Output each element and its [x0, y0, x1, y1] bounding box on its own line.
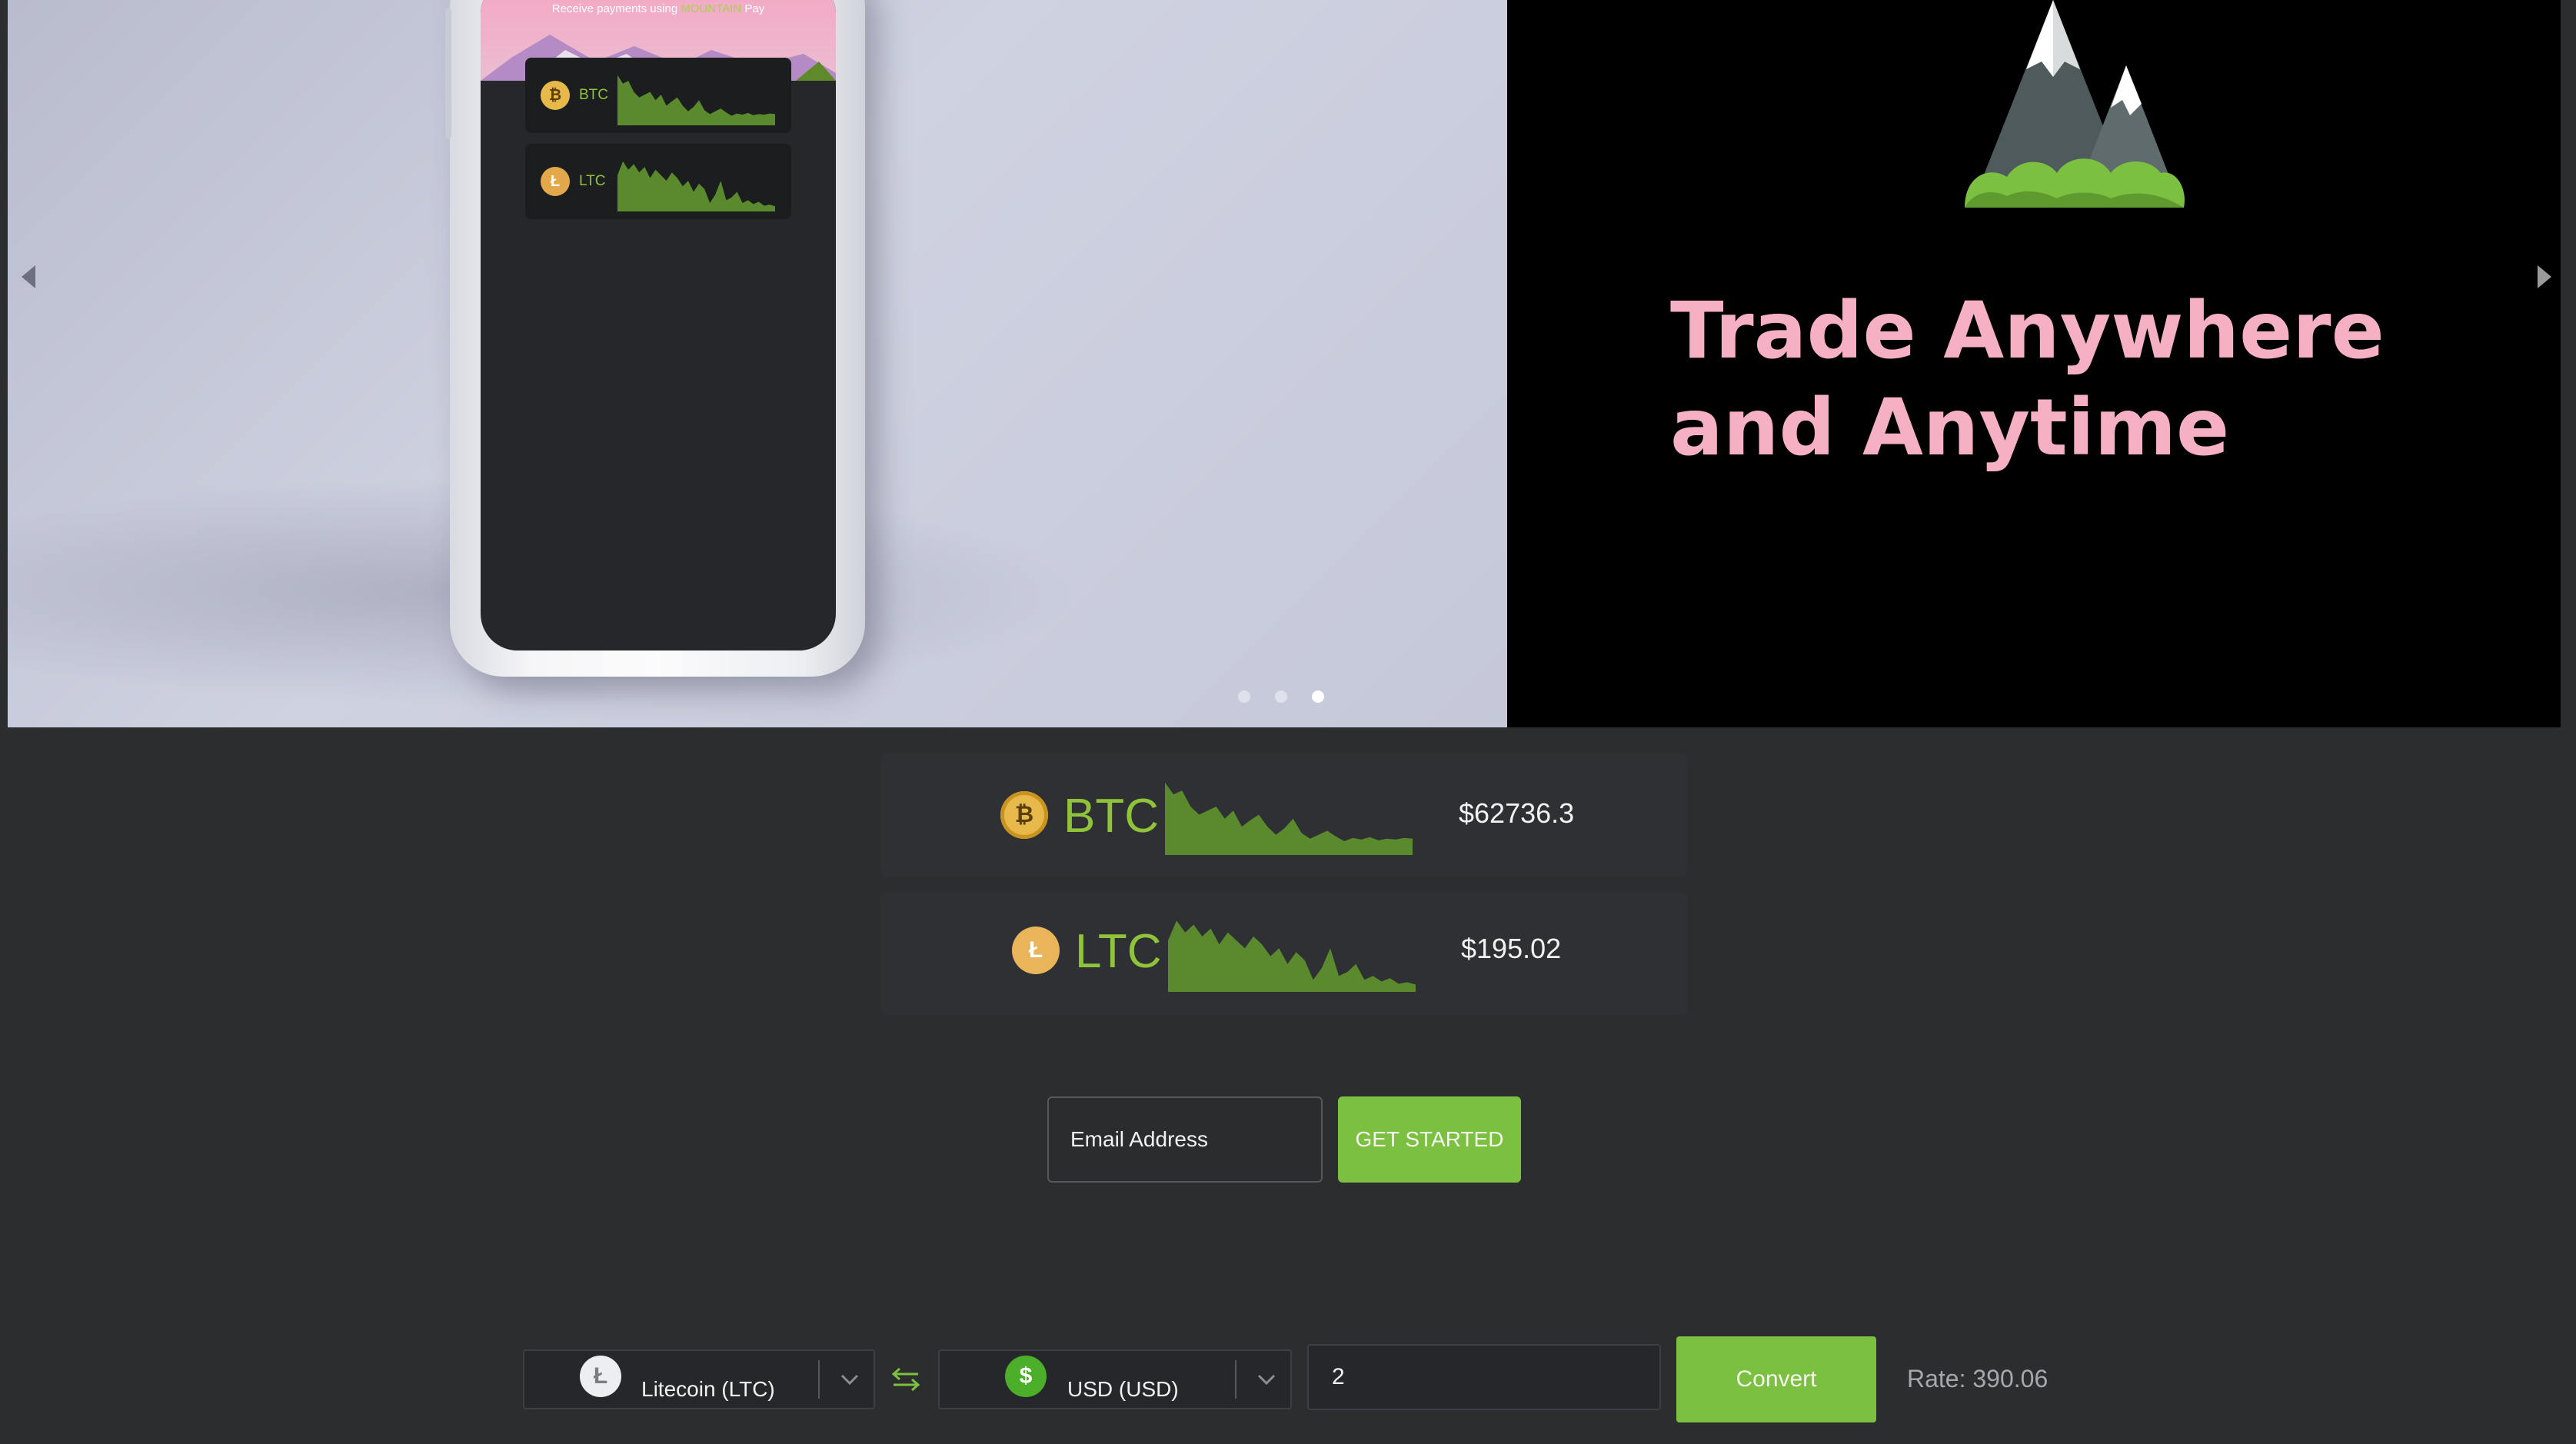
btc-coin-icon: ₿: [1000, 791, 1048, 839]
carousel-prev-arrow[interactable]: [22, 265, 35, 288]
to-currency-select[interactable]: $ USD (USD): [938, 1349, 1292, 1409]
convert-button[interactable]: Convert: [1676, 1336, 1876, 1422]
phone-volume-button: [445, 46, 451, 138]
btc-coin-icon: ₿: [541, 81, 570, 110]
phone-card-ltc: Ł LTC: [525, 144, 791, 219]
phone-screen: Receive payments using MOUNTAIN Pay ₿ BT…: [481, 0, 836, 650]
phone-card-label: LTC: [579, 173, 606, 189]
coin-price: $62736.3: [1459, 797, 1575, 829]
exchange-rate: Rate: 390.06: [1907, 1365, 2048, 1392]
to-currency-label: USD (USD): [1067, 1377, 1179, 1401]
carousel-next-arrow[interactable]: [2538, 265, 2551, 288]
sparkline-area: [1168, 920, 1416, 992]
carousel-dot[interactable]: [1275, 690, 1287, 703]
ltc-sparkline: [1168, 920, 1416, 992]
from-currency-select[interactable]: Ł Litecoin (LTC): [523, 1349, 875, 1409]
coin-symbol: LTC: [1075, 925, 1162, 978]
phone-btc-sparkline: [617, 75, 775, 125]
phone-ltc-sparkline: [617, 161, 775, 211]
phone-card-label: BTC: [579, 87, 608, 103]
sparkline-area: [1165, 782, 1413, 855]
chevron-down-icon[interactable]: [838, 1368, 861, 1391]
chevron-down-icon[interactable]: [1255, 1368, 1278, 1391]
price-card-btc: ₿ BTC $62736.3: [880, 754, 1688, 877]
coin-symbol: BTC: [1063, 790, 1159, 843]
btc-sparkline: [1165, 782, 1413, 855]
get-started-button[interactable]: GET STARTED: [1338, 1096, 1521, 1183]
price-card-ltc: Ł LTC $195.02: [880, 892, 1688, 1015]
phone-photo: Receive payments using MOUNTAIN Pay ₿ BT…: [8, 0, 1507, 727]
carousel-dot[interactable]: [1238, 690, 1250, 703]
sparkline-area: [617, 75, 775, 125]
litecoin-icon: Ł: [580, 1356, 621, 1397]
hero-headline: Trade Anywhere and Anytime: [1670, 285, 2385, 474]
sparkline-area: [617, 161, 775, 211]
swap-icon[interactable]: [890, 1364, 921, 1395]
email-input[interactable]: [1047, 1096, 1323, 1183]
phone-card-btc: ₿ BTC: [525, 58, 791, 133]
ltc-coin-icon: Ł: [541, 167, 570, 196]
ltc-coin-icon: Ł: [1012, 927, 1060, 974]
amount-input[interactable]: [1307, 1344, 1661, 1410]
phone-mockup: Receive payments using MOUNTAIN Pay ₿ BT…: [445, 0, 865, 677]
phone-banner-text: Receive payments using MOUNTAIN Pay: [551, 2, 765, 15]
coin-price: $195.02: [1461, 933, 1562, 964]
carousel-dot[interactable]: [1312, 690, 1324, 703]
hero-carousel: Receive payments using MOUNTAIN Pay ₿ BT…: [8, 0, 2561, 727]
from-currency-label: Litecoin (LTC): [641, 1377, 775, 1401]
carousel-indicators: [1238, 690, 1324, 703]
mountain-logo: [1965, 0, 2185, 208]
dollar-icon: $: [1005, 1356, 1047, 1397]
